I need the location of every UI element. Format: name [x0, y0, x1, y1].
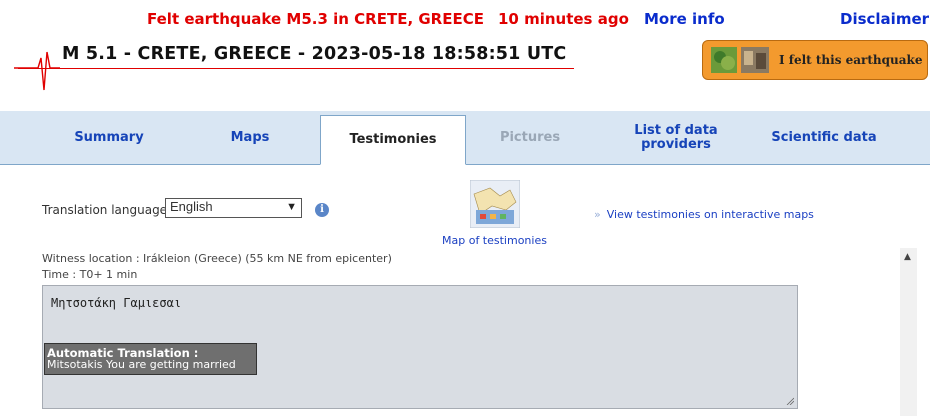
alert-text: Felt earthquake M5.3 in CRETE, GREECE: [147, 10, 484, 28]
testimonies-map-thumbnail[interactable]: [470, 180, 520, 228]
translation-language-select[interactable]: English ▼: [165, 198, 302, 218]
tab-summary[interactable]: Summary: [50, 111, 168, 164]
tab-bar: Summary Maps Testimonies Pictures List o…: [0, 111, 930, 165]
original-testimony: Μητσοτάκη Γαμιεσαι: [51, 296, 182, 310]
tab-pictures: Pictures: [499, 129, 561, 145]
automatic-translation: Automatic Translation : Mitsotakis You a…: [44, 343, 257, 375]
testimony-textarea[interactable]: Μητσοτάκη Γαμιεσαι Automatic Translation…: [42, 285, 798, 409]
chevron-down-icon: ▼: [286, 201, 297, 213]
tab-testimonies[interactable]: Testimonies: [320, 115, 466, 165]
testimony-time: Time : T0+ 1 min: [42, 268, 138, 281]
info-icon[interactable]: i: [315, 203, 329, 217]
seismogram-icon: [14, 51, 60, 91]
felt-alert: Felt earthquake M5.3 in CRETE, GREECE 10 …: [147, 10, 629, 28]
map-of-testimonies-link[interactable]: Map of testimonies: [442, 234, 547, 247]
view-interactive-maps-link[interactable]: » View testimonies on interactive maps: [594, 208, 814, 221]
event-title: M 5.1 - CRETE, GREECE - 2023-05-18 18:58…: [62, 44, 567, 64]
felt-thumbnails-icon: [711, 47, 769, 73]
language-selected: English: [170, 199, 213, 214]
tab-data-providers[interactable]: List of data providers: [616, 111, 736, 164]
felt-button-label: I felt this earthquake: [779, 53, 923, 67]
translation-text: Mitsotakis You are getting married: [47, 358, 236, 371]
scroll-up-icon[interactable]: ▲: [904, 252, 911, 262]
felt-earthquake-button[interactable]: I felt this earthquake: [702, 40, 928, 80]
more-info-link[interactable]: More info: [644, 10, 725, 28]
tab-scientific-data[interactable]: Scientific data: [758, 111, 890, 164]
disclaimer-link[interactable]: Disclaimer: [840, 10, 929, 28]
scrollbar[interactable]: [900, 248, 917, 416]
witness-location: Witness location : Irákleion (Greece) (5…: [42, 252, 392, 265]
resize-handle-icon[interactable]: [786, 397, 794, 405]
tab-maps[interactable]: Maps: [190, 111, 310, 164]
alert-time: 10 minutes ago: [497, 10, 629, 28]
title-underline: [18, 68, 574, 69]
double-chevron-right-icon: »: [594, 208, 601, 221]
view-link-label: View testimonies on interactive maps: [606, 208, 814, 221]
translation-language-label: Translation language :: [42, 203, 175, 217]
